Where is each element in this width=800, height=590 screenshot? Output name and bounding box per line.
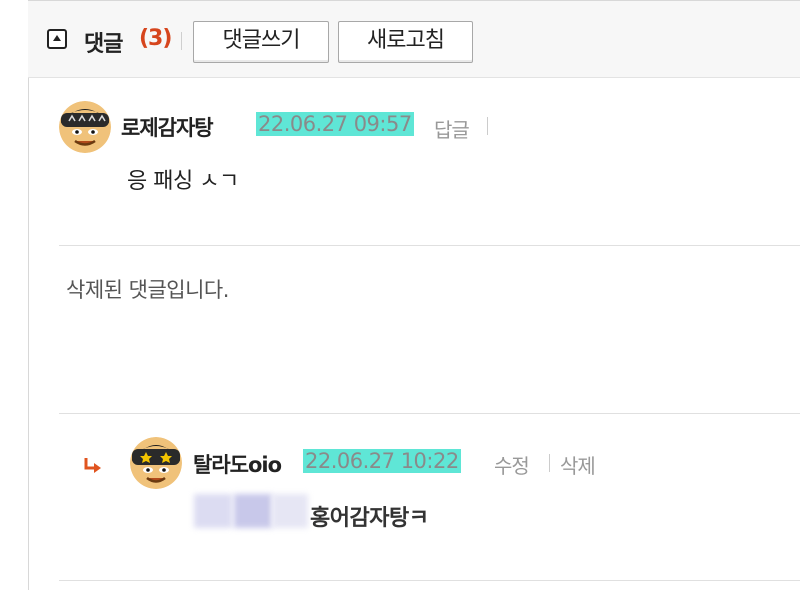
comment-divider: [59, 245, 800, 246]
comment-author[interactable]: 탈라도oio: [193, 449, 282, 479]
comment-text: 홍어감자탕ㅋ: [310, 506, 429, 531]
comment-date: 22.06.27 10:22: [303, 449, 461, 473]
refresh-button[interactable]: 새로고침: [338, 21, 473, 63]
avatar-face-icon: [130, 437, 182, 489]
redacted-mark: [194, 494, 232, 528]
deleted-comment-text: 삭제된 댓글입니다.: [66, 278, 229, 302]
comment-title: 댓글: [84, 32, 123, 57]
comment-divider: [59, 580, 800, 581]
avatar[interactable]: [59, 101, 111, 153]
comment-author[interactable]: 로제감자탕: [121, 112, 214, 142]
write-comment-button[interactable]: 댓글쓰기: [193, 21, 329, 63]
action-divider: [549, 454, 550, 472]
collapse-toggle-icon[interactable]: [47, 29, 67, 49]
reply-link[interactable]: 답글: [434, 114, 470, 143]
redacted-mark: [234, 494, 272, 528]
avatar-face-icon: [59, 101, 111, 153]
action-divider: [487, 117, 488, 135]
delete-link[interactable]: 삭제: [560, 450, 596, 479]
comment-text: 응 패싱 ㅅㄱ: [127, 169, 239, 194]
avatar[interactable]: [130, 437, 182, 489]
comment-divider: [59, 413, 800, 414]
comment-date: 22.06.27 09:57: [256, 112, 414, 136]
edit-link[interactable]: 수정: [494, 450, 530, 479]
redacted-mark: [272, 494, 308, 528]
reply-arrow-icon: [84, 458, 101, 473]
comment-count: (3): [139, 26, 172, 51]
header-divider: [181, 32, 182, 50]
